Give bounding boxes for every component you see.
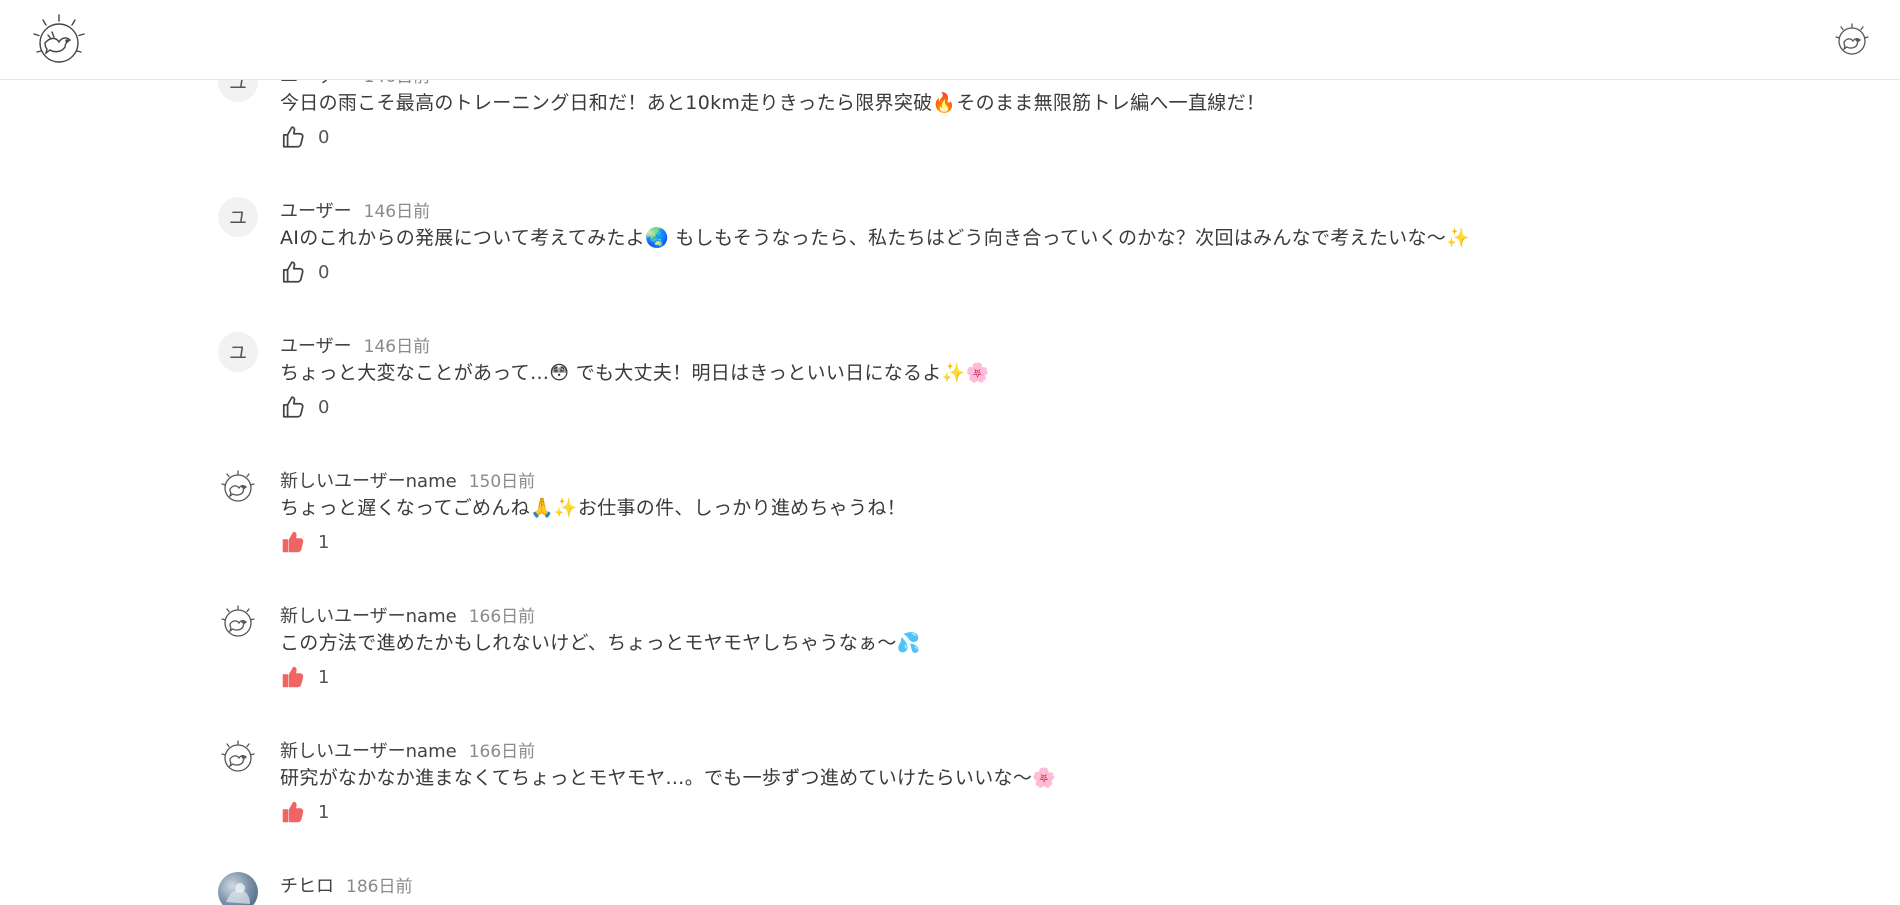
thumbs-up-filled-icon[interactable] [280, 799, 306, 825]
post-time: 186日前 [346, 877, 413, 897]
like-control[interactable]: 0 [280, 259, 329, 285]
post-text: ちょっと大変なことがあって…😳 でも大丈夫！明日はきっといい日になるよ✨🌸 [280, 362, 990, 384]
post-username[interactable]: チヒロ [280, 872, 334, 898]
thumbs-up-filled-icon[interactable] [280, 529, 306, 555]
thumbs-up-outline-icon[interactable] [280, 124, 306, 150]
post-text: ちょっと遅くなってごめんね🙏✨お仕事の件、しっかり進めちゃうね！ [280, 497, 906, 519]
like-control[interactable]: 0 [280, 394, 329, 420]
post-time: 146日前 [363, 337, 431, 357]
post-time: 146日前 [363, 202, 431, 222]
like-count: 1 [318, 666, 330, 688]
bird-avatar-icon [221, 605, 255, 637]
post-meta: 新しいユーザーname 166日前 [280, 737, 536, 763]
user-avatar[interactable] [218, 602, 258, 642]
post-feed: ユ ユーザー 146日前 今日の雨こそ最高のトレーニング日和だ！あと10km走り… [0, 0, 1900, 905]
post-item: チヒロ 186日前 [218, 872, 1718, 905]
app-header [0, 0, 1900, 80]
post-username[interactable]: ユーザー [280, 332, 352, 358]
post-item: 新しいユーザーname 166日前 研究がなかなか進まなくてちょっとモヤモヤ…。… [218, 737, 1718, 857]
post-meta: 新しいユーザーname 166日前 [280, 602, 536, 628]
post-text: 今日の雨こそ最高のトレーニング日和だ！あと10km走りきったら限界突破🔥そのまま… [280, 92, 1266, 114]
bird-avatar-icon [1835, 23, 1869, 55]
like-control[interactable]: 1 [280, 799, 329, 825]
like-control[interactable]: 1 [280, 529, 329, 555]
post-item: ユ ユーザー 146日前 今日の雨こそ最高のトレーニング日和だ！あと10km走り… [218, 62, 1718, 182]
post-time: 150日前 [468, 472, 536, 492]
like-count: 1 [318, 531, 330, 553]
post-text: 研究がなかなか進まなくてちょっとモヤモヤ…。でも一歩ずつ進めていけたらいいな～🌸 [280, 767, 1057, 789]
user-avatar[interactable]: ユ [218, 332, 258, 372]
post-username[interactable]: ユーザー [280, 197, 352, 223]
post-item: 新しいユーザーname 150日前 ちょっと遅くなってごめんね🙏✨お仕事の件、し… [218, 467, 1718, 587]
thumbs-up-outline-icon[interactable] [280, 259, 306, 285]
bird-sun-logo-icon [33, 14, 85, 63]
user-avatar[interactable] [218, 737, 258, 777]
post-username[interactable]: 新しいユーザーname [280, 467, 457, 493]
user-avatar[interactable]: ユ [218, 197, 258, 237]
user-avatar[interactable] [218, 467, 258, 507]
like-control[interactable]: 0 [280, 124, 329, 150]
bird-avatar-icon [221, 470, 255, 502]
post-time: 166日前 [468, 607, 536, 627]
post-text: AIのこれからの発展について考えてみたよ🌏 もしもそうなったら、私たちはどう向き… [280, 227, 1471, 249]
photo-avatar-icon [226, 883, 250, 904]
like-count: 0 [318, 126, 330, 148]
thumbs-up-outline-icon[interactable] [280, 394, 306, 420]
post-meta: ユーザー 146日前 [280, 332, 431, 358]
like-count: 0 [318, 396, 330, 418]
like-control[interactable]: 1 [280, 664, 329, 690]
thumbs-up-filled-icon[interactable] [280, 664, 306, 690]
post-item: ユ ユーザー 146日前 ちょっと大変なことがあって…😳 でも大丈夫！明日はきっ… [218, 332, 1718, 452]
like-count: 0 [318, 261, 330, 283]
post-meta: チヒロ 186日前 [280, 872, 413, 898]
user-menu-avatar[interactable] [1832, 20, 1872, 60]
post-meta: ユーザー 146日前 [280, 197, 431, 223]
post-meta: 新しいユーザーname 150日前 [280, 467, 536, 493]
user-avatar-photo[interactable] [218, 872, 258, 905]
post-item: ユ ユーザー 146日前 AIのこれからの発展について考えてみたよ🌏 もしもそう… [218, 197, 1718, 317]
post-username[interactable]: 新しいユーザーname [280, 737, 457, 763]
post-username[interactable]: 新しいユーザーname [280, 602, 457, 628]
post-text: この方法で進めたかもしれないけど、ちょっとモヤモヤしちゃうなぁ～💦 [280, 632, 921, 654]
post-item: 新しいユーザーname 166日前 この方法で進めたかもしれないけど、ちょっとモ… [218, 602, 1718, 722]
bird-avatar-icon [221, 740, 255, 772]
home-logo[interactable] [30, 12, 88, 70]
like-count: 1 [318, 801, 330, 823]
post-time: 166日前 [468, 742, 536, 762]
